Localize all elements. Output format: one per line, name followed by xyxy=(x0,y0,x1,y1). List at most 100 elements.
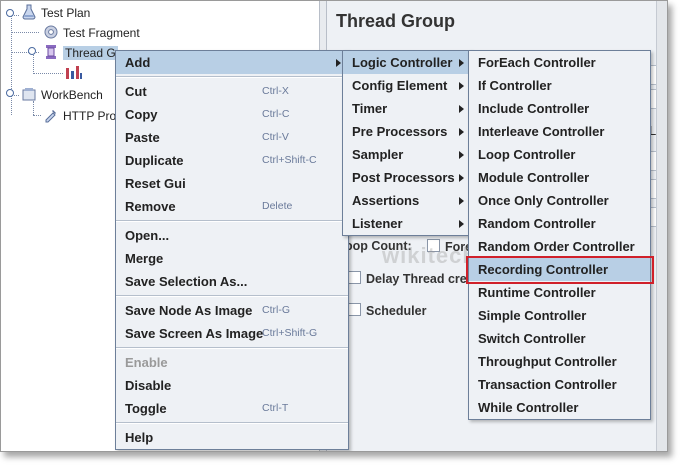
menu-item-label: Switch Controller xyxy=(478,331,586,346)
submenu-arrow-icon xyxy=(459,59,464,67)
gear-icon xyxy=(43,24,59,44)
eyedropper-icon xyxy=(43,107,59,127)
delay-checkbox[interactable] xyxy=(348,271,361,284)
tree-guide-line xyxy=(33,52,34,74)
logic-controller-submenu: ForEach Controller If Controller Include… xyxy=(468,50,651,420)
menu-item-label: Assertions xyxy=(352,193,420,208)
menu-item-remove[interactable]: Remove Delete xyxy=(116,195,348,218)
menu-separator xyxy=(116,422,348,424)
submenu-item-pre-processors[interactable]: Pre Processors xyxy=(343,120,471,143)
logic-item-random[interactable]: Random Controller xyxy=(469,212,650,235)
menu-item-label: Remove xyxy=(125,199,176,214)
logic-item-simple[interactable]: Simple Controller xyxy=(469,304,650,327)
logic-item-runtime[interactable]: Runtime Controller xyxy=(469,281,650,304)
menu-item-save-selection[interactable]: Save Selection As... xyxy=(116,270,348,293)
add-submenu: Logic Controller Config Element Timer Pr… xyxy=(342,50,472,236)
tree-toggle-icon[interactable] xyxy=(6,89,14,97)
menu-item-label: Simple Controller xyxy=(478,308,587,323)
page-title: Thread Group xyxy=(336,11,456,31)
submenu-arrow-icon xyxy=(459,220,464,228)
tree-toggle-icon[interactable] xyxy=(6,9,14,17)
menu-separator xyxy=(116,347,348,349)
submenu-item-logic-controller[interactable]: Logic Controller xyxy=(343,51,471,74)
submenu-arrow-icon xyxy=(459,174,464,182)
tree-guide-line xyxy=(33,115,41,116)
submenu-item-listener[interactable]: Listener xyxy=(343,212,471,235)
menu-item-help[interactable]: Help xyxy=(116,426,348,449)
tree-node-test-plan[interactable]: Test Plan xyxy=(21,4,90,24)
submenu-arrow-icon xyxy=(459,197,464,205)
vertical-scrollbar[interactable] xyxy=(656,1,667,451)
submenu-item-assertions[interactable]: Assertions xyxy=(343,189,471,212)
tree-toggle-icon[interactable] xyxy=(28,47,36,55)
tree-node-test-fragment[interactable]: Test Fragment xyxy=(43,24,140,44)
menu-shortcut: Ctrl+Shift-C xyxy=(262,154,317,166)
tree-node-http-proxy[interactable]: HTTP Pro xyxy=(43,107,116,127)
context-menu: Add Cut Ctrl-X Copy Ctrl-C Paste Ctrl-V Dup… xyxy=(115,50,349,450)
menu-separator xyxy=(116,295,348,297)
menu-item-label: Post Processors xyxy=(352,170,455,185)
menu-item-label: Throughput Controller xyxy=(478,354,617,369)
logic-item-module[interactable]: Module Controller xyxy=(469,166,650,189)
menu-separator xyxy=(116,76,348,78)
menu-item-toggle[interactable]: Toggle Ctrl-T xyxy=(116,397,348,420)
submenu-arrow-icon xyxy=(459,128,464,136)
menu-item-label: Random Order Controller xyxy=(478,239,635,254)
menu-item-label: Add xyxy=(125,55,151,70)
menu-item-save-screen-image[interactable]: Save Screen As Image Ctrl+Shift-G xyxy=(116,322,348,345)
menu-item-reset-gui[interactable]: Reset Gui xyxy=(116,172,348,195)
menu-item-paste[interactable]: Paste Ctrl-V xyxy=(116,126,348,149)
tree-node-label: Test Plan xyxy=(41,6,91,20)
tree-node-thread-group[interactable]: Thread G xyxy=(43,44,118,64)
submenu-item-config-element[interactable]: Config Element xyxy=(343,74,471,97)
menu-item-disable[interactable]: Disable xyxy=(116,374,348,397)
menu-item-label: Logic Controller xyxy=(352,55,453,70)
logic-item-loop[interactable]: Loop Controller xyxy=(469,143,650,166)
menu-item-label: Loop Controller xyxy=(478,147,576,162)
logic-item-random-order[interactable]: Random Order Controller xyxy=(469,235,650,258)
tree-guide-line xyxy=(11,32,39,33)
menu-item-label: Paste xyxy=(125,130,160,145)
flask-icon xyxy=(21,4,37,24)
highlight-callout-box xyxy=(466,256,654,284)
tree-node-child[interactable] xyxy=(65,65,87,85)
menu-item-label: Save Screen As Image xyxy=(125,326,264,341)
logic-item-transaction[interactable]: Transaction Controller xyxy=(469,373,650,396)
scheduler-checkbox[interactable] xyxy=(348,303,361,316)
submenu-arrow-icon xyxy=(459,105,464,113)
menu-item-duplicate[interactable]: Duplicate Ctrl+Shift-C xyxy=(116,149,348,172)
menu-shortcut: Ctrl+Shift-G xyxy=(262,327,318,339)
menu-item-copy[interactable]: Copy Ctrl-C xyxy=(116,103,348,126)
submenu-item-post-processors[interactable]: Post Processors xyxy=(343,166,471,189)
menu-item-label: Merge xyxy=(125,251,164,266)
logic-item-if[interactable]: If Controller xyxy=(469,74,650,97)
tree-node-label: Test Fragment xyxy=(63,26,140,40)
menu-item-open[interactable]: Open... xyxy=(116,224,348,247)
menu-item-label: Copy xyxy=(125,107,158,122)
logic-item-switch[interactable]: Switch Controller xyxy=(469,327,650,350)
menu-item-save-node-image[interactable]: Save Node As Image Ctrl-G xyxy=(116,299,348,322)
logic-item-once-only[interactable]: Once Only Controller xyxy=(469,189,650,212)
logic-item-interleave[interactable]: Interleave Controller xyxy=(469,120,650,143)
tree-guide-line xyxy=(11,15,12,95)
submenu-arrow-icon xyxy=(459,82,464,90)
submenu-item-timer[interactable]: Timer xyxy=(343,97,471,120)
menu-item-label: Toggle xyxy=(125,401,167,416)
menu-item-label: Runtime Controller xyxy=(478,285,596,300)
delay-option[interactable]: Delay Thread cre xyxy=(348,271,467,286)
menu-item-cut[interactable]: Cut Ctrl-X xyxy=(116,80,348,103)
menu-item-label: Once Only Controller xyxy=(478,193,609,208)
menu-item-add[interactable]: Add xyxy=(116,51,348,74)
logic-item-throughput[interactable]: Throughput Controller xyxy=(469,350,650,373)
workbench-icon xyxy=(21,86,37,106)
logic-item-include[interactable]: Include Controller xyxy=(469,97,650,120)
logic-item-foreach[interactable]: ForEach Controller xyxy=(469,51,650,74)
menu-item-label: Reset Gui xyxy=(125,176,186,191)
submenu-item-sampler[interactable]: Sampler xyxy=(343,143,471,166)
menu-item-merge[interactable]: Merge xyxy=(116,247,348,270)
delay-label: Delay Thread cre xyxy=(366,272,467,286)
tree-guide-line xyxy=(11,95,12,115)
logic-item-while[interactable]: While Controller xyxy=(469,396,650,419)
menu-item-label: Timer xyxy=(352,101,388,116)
scheduler-option[interactable]: Scheduler xyxy=(348,303,426,318)
